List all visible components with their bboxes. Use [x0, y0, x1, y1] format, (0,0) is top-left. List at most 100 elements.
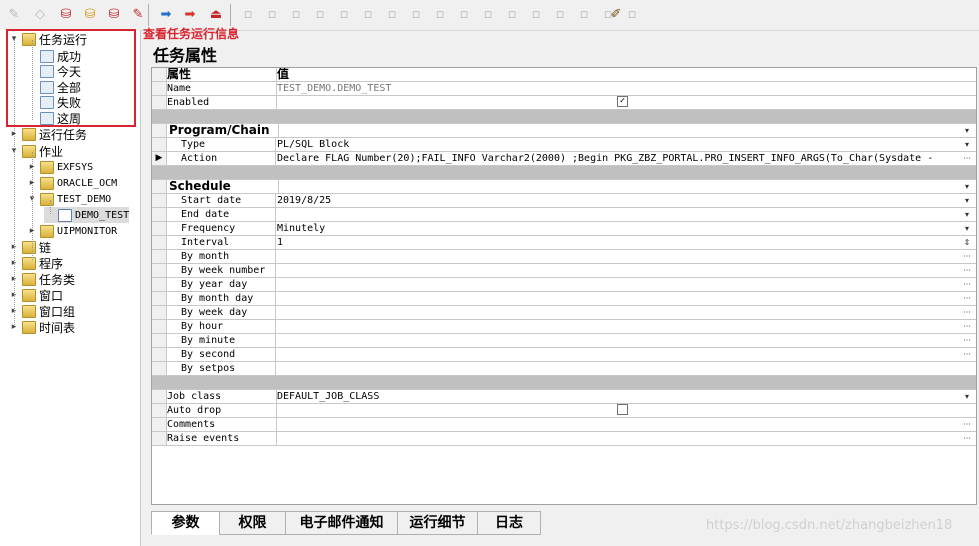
arrow-right-blue-button[interactable]: ➡: [156, 4, 176, 24]
property-row[interactable]: Raise events ···: [152, 432, 976, 446]
property-row[interactable]: By week day ···: [152, 306, 976, 320]
property-value[interactable]: [277, 348, 957, 361]
tab[interactable]: 参数: [151, 511, 220, 535]
row-indicator: [152, 236, 167, 249]
property-value[interactable]: Declare FLAG Number(20);FAIL_INFO Varcha…: [277, 152, 957, 165]
property-value[interactable]: [277, 208, 957, 221]
db-edit-button[interactable]: ✎: [128, 4, 148, 24]
property-value[interactable]: [277, 278, 957, 291]
property-value[interactable]: TEST_DEMO.DEMO_TEST: [277, 82, 957, 95]
property-row[interactable]: Type PL/SQL Block ▾: [152, 138, 976, 152]
property-row[interactable]: By minute ···: [152, 334, 976, 348]
section-row[interactable]: Program/Chain ▾: [152, 124, 976, 138]
property-row[interactable]: Name TEST_DEMO.DEMO_TEST: [152, 82, 976, 96]
property-value[interactable]: DEFAULT_JOB_CLASS: [277, 390, 957, 403]
folder-icon: [22, 240, 36, 254]
property-row[interactable]: Comments ···: [152, 418, 976, 432]
grid-header: 属性值: [152, 68, 976, 82]
ellipsis-button[interactable]: ···: [960, 278, 974, 291]
ellipsis-button[interactable]: ···: [960, 348, 974, 361]
tab[interactable]: 电子邮件通知: [285, 511, 398, 535]
property-value[interactable]: [277, 320, 957, 333]
disconnect-button[interactable]: ⏏: [206, 4, 226, 24]
tree-item-label: 任务类: [39, 272, 76, 287]
property-row[interactable]: By week number ···: [152, 264, 976, 278]
tab[interactable]: 权限: [219, 511, 286, 535]
dropdown-arrow-icon[interactable]: ▾: [960, 180, 974, 193]
property-value[interactable]: [277, 404, 957, 417]
tree-item[interactable]: DEMO_TEST: [44, 207, 130, 223]
property-value[interactable]: [277, 306, 957, 319]
property-row[interactable]: By second ···: [152, 348, 976, 362]
arrow-right-red-button[interactable]: ➡: [180, 4, 200, 24]
tree-item[interactable]: ▸ EXFSYS: [26, 159, 93, 175]
property-value[interactable]: [277, 334, 957, 347]
property-value[interactable]: PL/SQL Block: [277, 138, 957, 151]
ellipsis-button[interactable]: ···: [960, 264, 974, 277]
dropdown-arrow-icon[interactable]: ▾: [960, 222, 974, 235]
property-value[interactable]: [277, 264, 957, 277]
property-value[interactable]: [277, 292, 957, 305]
tree-item[interactable]: ▾ TEST_DEMO: [26, 191, 111, 207]
tab[interactable]: 运行细节: [397, 511, 478, 535]
property-row[interactable]: Enabled ✓: [152, 96, 976, 110]
checkbox[interactable]: ✓: [617, 96, 628, 107]
tree-item[interactable]: ▸ 任务类: [8, 271, 75, 287]
property-value[interactable]: [277, 124, 957, 137]
db-yellow-button[interactable]: ⛁: [80, 4, 100, 24]
property-row[interactable]: By year day ···: [152, 278, 976, 292]
brush-button[interactable]: ✐: [606, 4, 626, 24]
dropdown-arrow-icon[interactable]: ▾: [960, 194, 974, 207]
ellipsis-button[interactable]: ···: [960, 250, 974, 263]
db-red-button[interactable]: ⛁: [56, 4, 76, 24]
property-grid[interactable]: 属性值 Name TEST_DEMO.DEMO_TEST Enabled ✓ Progra…: [151, 67, 977, 505]
property-value[interactable]: [277, 432, 957, 445]
dropdown-arrow-icon[interactable]: ▾: [960, 138, 974, 151]
property-row[interactable]: ▶ Action Declare FLAG Number(20);FAIL_INFO…: [152, 152, 976, 166]
property-value[interactable]: 1: [277, 236, 957, 249]
property-row[interactable]: End date ▾: [152, 208, 976, 222]
property-value[interactable]: [277, 180, 957, 193]
property-row[interactable]: Interval 1 ⇕: [152, 236, 976, 250]
dropdown-arrow-icon[interactable]: ▾: [960, 124, 974, 137]
tree-item[interactable]: ▸ 时间表: [8, 319, 75, 335]
spin-button[interactable]: ⇕: [960, 236, 974, 249]
property-row[interactable]: Start date 2019/8/25 ▾: [152, 194, 976, 208]
checkbox[interactable]: [617, 404, 628, 415]
ellipsis-button[interactable]: ···: [960, 432, 974, 445]
property-name: By hour: [167, 320, 276, 333]
property-row[interactable]: By setpos: [152, 362, 976, 376]
property-row[interactable]: By hour ···: [152, 320, 976, 334]
property-name: By month day: [167, 292, 276, 305]
property-value[interactable]: [277, 250, 957, 263]
property-row[interactable]: Auto drop: [152, 404, 976, 418]
dropdown-arrow-icon[interactable]: ▾: [960, 208, 974, 221]
property-value[interactable]: [277, 418, 957, 431]
db-export-button[interactable]: ⛁: [104, 4, 124, 24]
ellipsis-button[interactable]: ···: [960, 334, 974, 347]
property-row[interactable]: Frequency Minutely ▾: [152, 222, 976, 236]
ellipsis-button[interactable]: ···: [960, 292, 974, 305]
tab[interactable]: 日志: [477, 511, 541, 535]
property-value[interactable]: ✓: [277, 96, 957, 109]
property-value[interactable]: 2019/8/25: [277, 194, 957, 207]
tree-item[interactable]: ▸ 运行任务: [8, 126, 87, 142]
ellipsis-button[interactable]: ···: [960, 418, 974, 431]
tree-item[interactable]: ▸ 程序: [8, 255, 63, 271]
dropdown-arrow-icon[interactable]: ▾: [960, 390, 974, 403]
section-row[interactable]: Schedule ▾: [152, 180, 976, 194]
ellipsis-button[interactable]: ···: [960, 152, 974, 165]
tree-item[interactable]: ▸ 窗口: [8, 287, 63, 303]
property-row[interactable]: Job class DEFAULT_JOB_CLASS ▾: [152, 390, 976, 404]
tree-item[interactable]: ▸ ORACLE_OCM: [26, 175, 117, 191]
ellipsis-button[interactable]: ···: [960, 320, 974, 333]
property-value[interactable]: [277, 362, 957, 375]
tree-item[interactable]: ▸ UIPMONITOR: [26, 223, 117, 239]
tree-item[interactable]: ▾ 作业: [8, 143, 63, 159]
property-value[interactable]: Minutely: [277, 222, 957, 235]
row-indicator: [152, 306, 167, 319]
ellipsis-button[interactable]: ···: [960, 306, 974, 319]
property-row[interactable]: By month ···: [152, 250, 976, 264]
tree-item[interactable]: ▸ 窗口组: [8, 303, 75, 319]
property-row[interactable]: By month day ···: [152, 292, 976, 306]
